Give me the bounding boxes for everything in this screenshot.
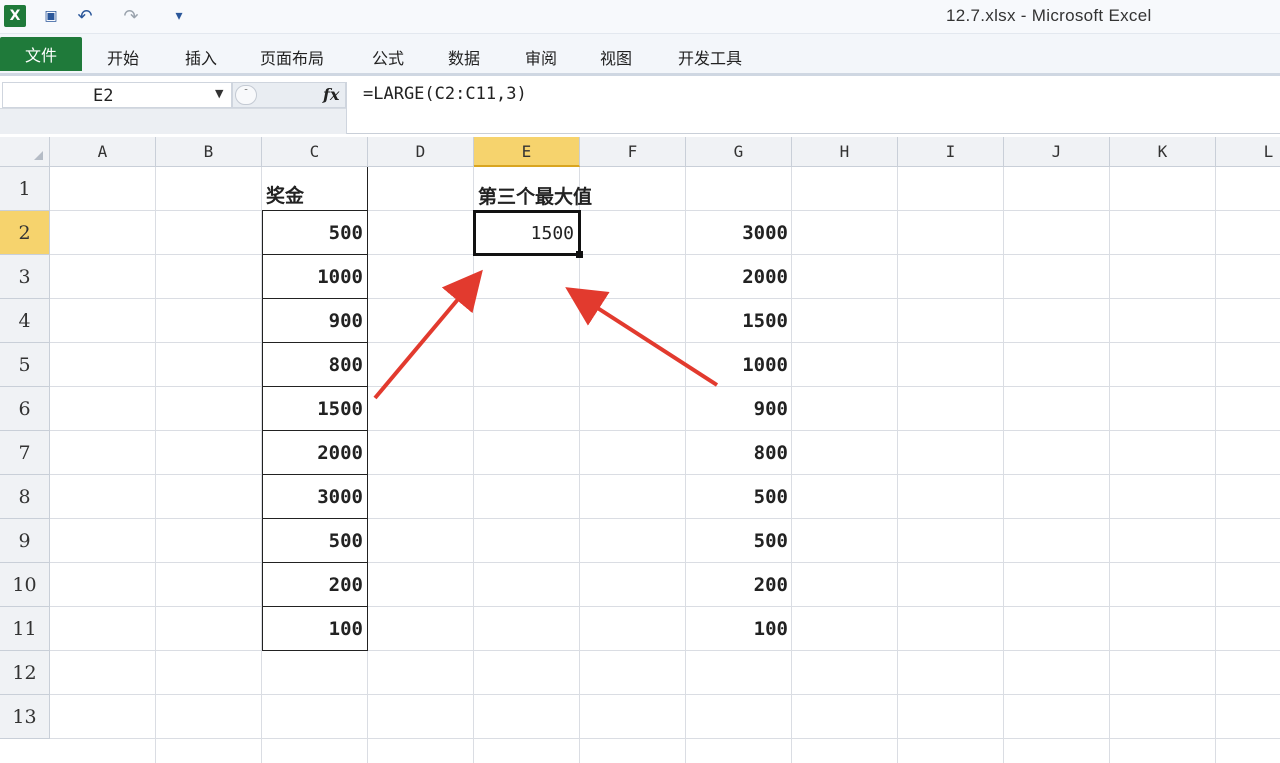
cell-c9[interactable]: 500 xyxy=(262,519,368,563)
tab-developer[interactable]: 开发工具 xyxy=(678,45,742,69)
column-header-k[interactable]: K xyxy=(1110,137,1216,167)
insert-function-icon[interactable]: fx xyxy=(323,85,339,104)
row-header-1[interactable]: 1 xyxy=(0,167,50,211)
title-bar: X ▣ ↶ ↷ ▾ 12.7.xlsx - Microsoft Excel xyxy=(0,0,1280,34)
tab-home[interactable]: 开始 xyxy=(107,45,139,69)
formula-bar: E2 ▼ ⁃ fx =LARGE(C2:C11,3) xyxy=(0,76,1280,134)
cell-g3[interactable]: 2000 xyxy=(686,255,792,299)
column-header-b[interactable]: B xyxy=(156,137,262,167)
cell-area[interactable] xyxy=(50,167,1280,763)
chevron-down-icon[interactable]: ▼ xyxy=(215,87,223,100)
row-header-8[interactable]: 8 xyxy=(0,475,50,519)
column-header-f[interactable]: F xyxy=(580,137,686,167)
row-header-7[interactable]: 7 xyxy=(0,431,50,475)
customize-qa-icon[interactable]: ▾ xyxy=(170,5,188,27)
cell-c7[interactable]: 2000 xyxy=(262,431,368,475)
column-header-a[interactable]: A xyxy=(50,137,156,167)
row-header-3[interactable]: 3 xyxy=(0,255,50,299)
column-header-i[interactable]: I xyxy=(898,137,1004,167)
tab-review[interactable]: 审阅 xyxy=(525,45,557,69)
row-header-5[interactable]: 5 xyxy=(0,343,50,387)
column-header-l[interactable]: L xyxy=(1216,137,1280,167)
excel-logo-icon: X xyxy=(4,5,26,27)
column-header-h[interactable]: H xyxy=(792,137,898,167)
cancel-icon[interactable]: ⁃ xyxy=(235,85,257,105)
row-header-12[interactable]: 12 xyxy=(0,651,50,695)
formula-input[interactable]: =LARGE(C2:C11,3) xyxy=(346,82,1280,134)
tab-view[interactable]: 视图 xyxy=(600,45,632,69)
formula-buttons: ⁃ fx xyxy=(232,82,346,108)
tab-page-layout[interactable]: 页面布局 xyxy=(260,45,324,69)
tab-file[interactable]: 文件 xyxy=(0,37,82,71)
cell-c5[interactable]: 800 xyxy=(262,343,368,387)
cell-g9[interactable]: 500 xyxy=(686,519,792,563)
row-header-13[interactable]: 13 xyxy=(0,695,50,739)
name-box[interactable]: E2 ▼ xyxy=(2,82,232,108)
column-header-j[interactable]: J xyxy=(1004,137,1110,167)
cell-c2[interactable]: 500 xyxy=(262,211,368,255)
row-header-11[interactable]: 11 xyxy=(0,607,50,651)
name-box-value: E2 xyxy=(93,86,114,106)
cell-g7[interactable]: 800 xyxy=(686,431,792,475)
undo-icon[interactable]: ↶ xyxy=(74,5,96,27)
ribbon-tabs: 文件 开始 插入 页面布局 公式 数据 审阅 视图 开发工具 xyxy=(0,34,1280,76)
row-header-10[interactable]: 10 xyxy=(0,563,50,607)
cell-c4[interactable]: 900 xyxy=(262,299,368,343)
tab-data[interactable]: 数据 xyxy=(448,45,480,69)
cell-c3[interactable]: 1000 xyxy=(262,255,368,299)
column-header-g[interactable]: G xyxy=(686,137,792,167)
cell-c6[interactable]: 1500 xyxy=(262,387,368,431)
fill-handle[interactable] xyxy=(576,251,583,258)
select-all-corner[interactable] xyxy=(0,137,50,167)
cell-c1[interactable]: 奖金 xyxy=(262,167,368,211)
cell-c11[interactable]: 100 xyxy=(262,607,368,651)
row-header-4[interactable]: 4 xyxy=(0,299,50,343)
cell-g11[interactable]: 100 xyxy=(686,607,792,651)
cell-c8[interactable]: 3000 xyxy=(262,475,368,519)
cell-g5[interactable]: 1000 xyxy=(686,343,792,387)
tab-formulas[interactable]: 公式 xyxy=(372,45,404,69)
save-icon[interactable]: ▣ xyxy=(40,5,62,27)
row-header-9[interactable]: 9 xyxy=(0,519,50,563)
cell-g2[interactable]: 3000 xyxy=(686,211,792,255)
column-header-d[interactable]: D xyxy=(368,137,474,167)
cell-g6[interactable]: 900 xyxy=(686,387,792,431)
cell-g10[interactable]: 200 xyxy=(686,563,792,607)
cell-g8[interactable]: 500 xyxy=(686,475,792,519)
column-header-e[interactable]: E xyxy=(474,137,580,167)
cell-e1[interactable]: 第三个最大值 xyxy=(474,167,634,211)
row-header-2[interactable]: 2 xyxy=(0,211,50,255)
cell-g4[interactable]: 1500 xyxy=(686,299,792,343)
column-header-c[interactable]: C xyxy=(262,137,368,167)
selected-cell-e2[interactable]: 1500 xyxy=(473,210,581,256)
redo-icon[interactable]: ↷ xyxy=(120,5,142,27)
tab-insert[interactable]: 插入 xyxy=(185,45,217,69)
worksheet-grid: A B C D E F G H I J K L 1 2 3 4 5 6 7 8 9 10 11 12 13 奖金 500 1000 90… xyxy=(0,137,1280,763)
row-header-6[interactable]: 6 xyxy=(0,387,50,431)
cell-c10[interactable]: 200 xyxy=(262,563,368,607)
window-title: 12.7.xlsx - Microsoft Excel xyxy=(946,6,1152,25)
formula-bar-filler xyxy=(0,108,346,134)
